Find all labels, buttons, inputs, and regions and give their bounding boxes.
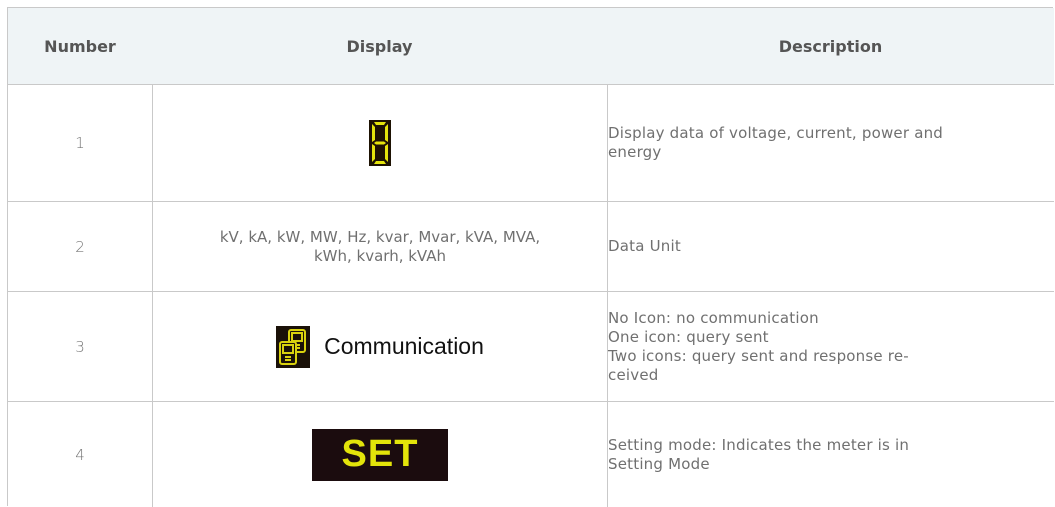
description-line: One icon: query sent [608,327,769,346]
description-line: energy [608,143,662,161]
row-description: No Icon: no communication One icon: quer… [607,292,1054,401]
table-header: Number Display Description [8,8,1054,85]
description-line: No Icon: no communication [608,308,819,327]
row-description: Data Unit [607,202,1054,291]
row-number-text: 2 [75,237,85,256]
header-display: Display [346,36,413,56]
row-number-text: 4 [75,445,85,464]
row-display: Communication [152,292,607,401]
units-line: kWh, kvarh, kVAh [313,246,446,265]
description-line: Data Unit [608,237,681,255]
display-table: Number Display Description 1 Display dat… [7,7,1054,507]
row-number-text: 1 [75,134,85,152]
description-line: ceived [608,365,659,384]
row-number: 1 [8,85,152,201]
seven-segment-digit-svg [372,122,388,164]
table-row: 3 Communication No Icon: no communicatio… [8,292,1054,402]
description-line: Two icons: query sent and response re- [608,346,909,365]
seven-segment-digit-icon [369,120,391,166]
header-number: Number [44,36,116,56]
description-line: Setting Mode [608,454,710,473]
table-row: 2 kV, kA, kW, MW, Hz, kvar, Mvar, kVA, M… [8,202,1054,292]
units-line: kV, kA, kW, MW, Hz, kvar, Mvar, kVA, MVA… [219,227,541,246]
row-number: 3 [8,292,152,401]
description-line: Setting mode: Indicates the meter is in [608,435,910,454]
row-display [152,85,607,201]
table-row: 1 Display data of voltage, current, powe… [8,85,1054,202]
communication-svg [279,328,307,365]
row-number-text: 3 [75,337,85,356]
row-number: 4 [8,402,152,507]
table-row: 4 SET Setting mode: Indicates the meter … [8,402,1054,507]
row-number: 2 [8,202,152,291]
communication-label: Communication [324,333,484,359]
row-display: SET [152,402,607,507]
row-description: Setting mode: Indicates the meter is in … [607,402,1054,507]
description-line: Display data of voltage, current, power … [608,124,944,142]
communication-icon [276,325,311,368]
set-indicator: SET [312,428,448,481]
row-description: Display data of voltage, current, power … [607,85,1054,201]
header-description: Description [778,36,883,56]
row-display: kV, kA, kW, MW, Hz, kvar, Mvar, kVA, MVA… [152,202,607,291]
